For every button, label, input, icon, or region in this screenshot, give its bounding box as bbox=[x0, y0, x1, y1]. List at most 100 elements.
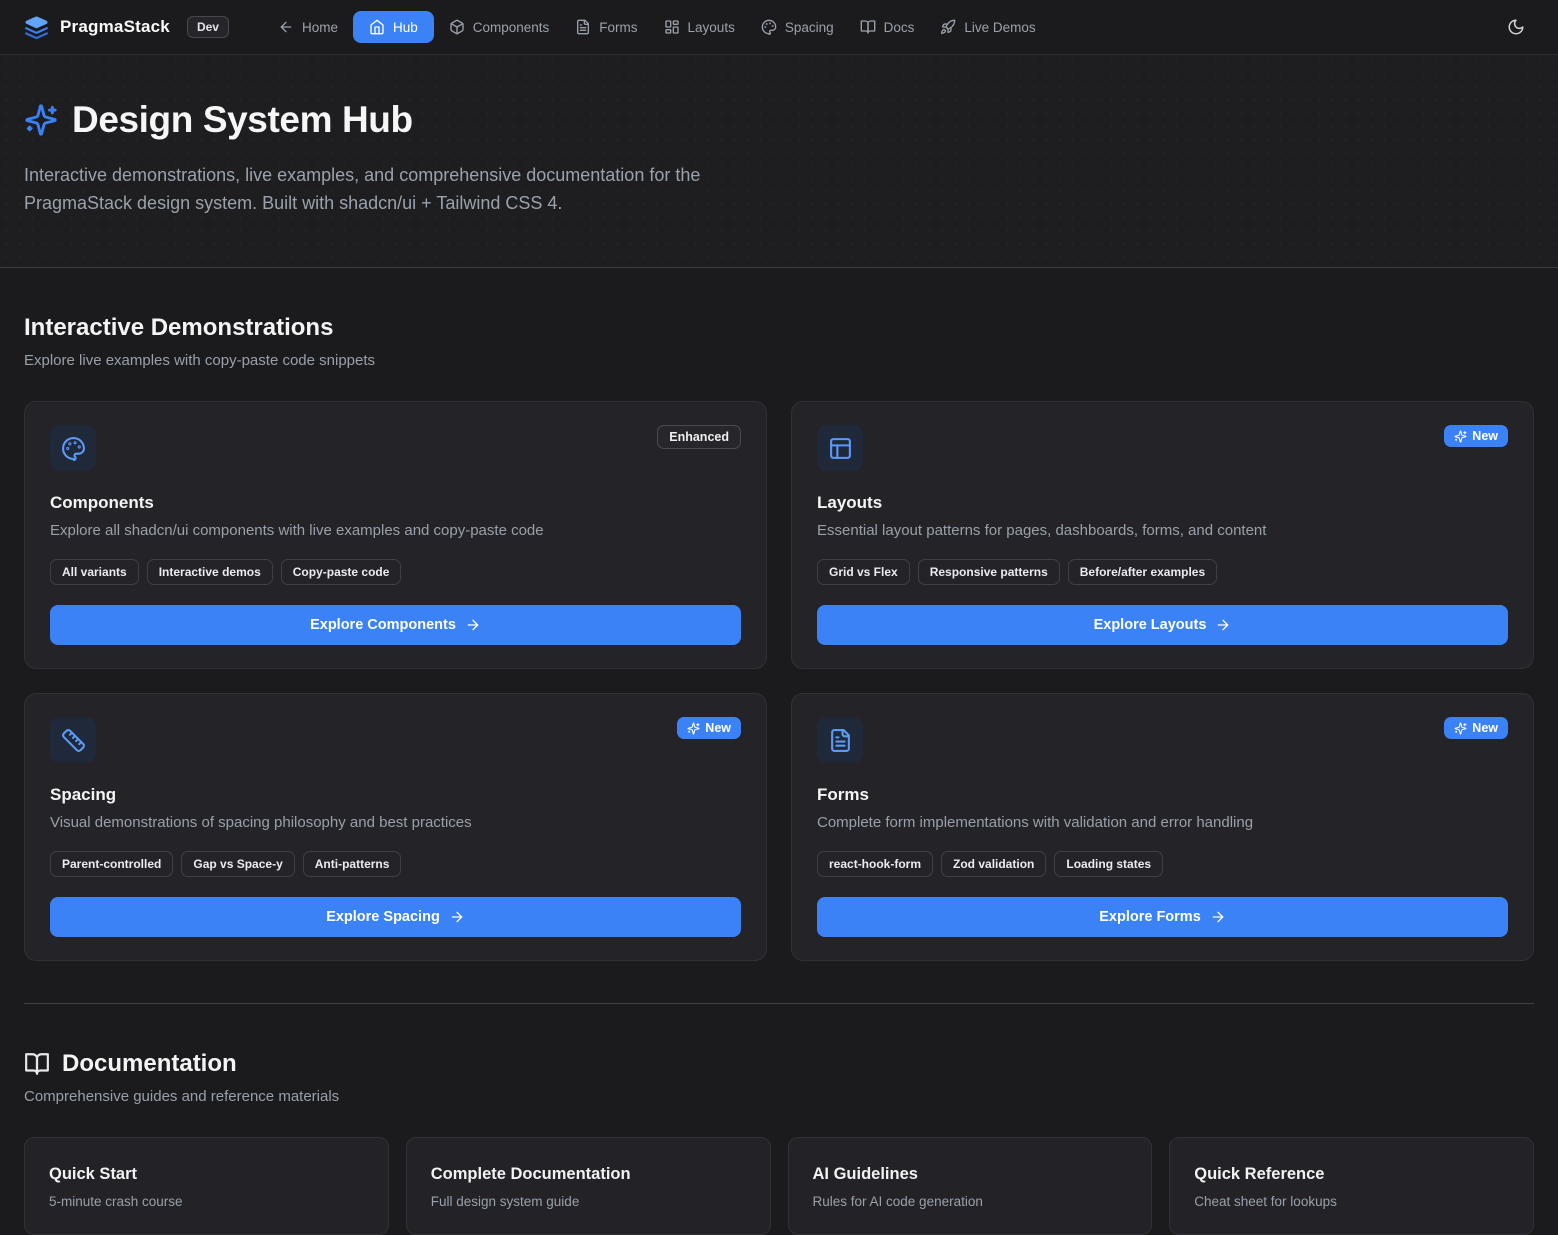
hero-section: Design System Hub Interactive demonstrat… bbox=[0, 55, 1558, 268]
package-icon bbox=[449, 19, 465, 35]
sparkles-icon bbox=[1454, 722, 1467, 735]
demo-card-spacing: New Spacing Visual demonstrations of spa… bbox=[24, 693, 767, 961]
book-open-icon bbox=[24, 1051, 50, 1077]
nav-item-label: Home bbox=[302, 20, 338, 35]
demo-card-forms: New Forms Complete form implementations … bbox=[791, 693, 1534, 961]
brand-name: PragmaStack bbox=[60, 17, 170, 37]
demos-section-header: Interactive Demonstrations Explore live … bbox=[24, 314, 1534, 369]
demo-card-components: Enhanced Components Explore all shadcn/u… bbox=[24, 401, 767, 669]
tag-badge: Before/after examples bbox=[1068, 559, 1217, 585]
arrow-right-icon bbox=[1215, 617, 1231, 633]
tag-badge: Zod validation bbox=[941, 851, 1046, 877]
tag-badge: Responsive patterns bbox=[918, 559, 1060, 585]
doc-card-description: Cheat sheet for lookups bbox=[1194, 1194, 1509, 1209]
page-title: Design System Hub bbox=[72, 99, 413, 141]
tag-badge: Parent-controlled bbox=[50, 851, 173, 877]
docs-section-header: Documentation Comprehensive guides and r… bbox=[24, 1050, 1534, 1105]
tag-badge: Loading states bbox=[1054, 851, 1163, 877]
explore-spacing-button[interactable]: Explore Spacing bbox=[50, 897, 741, 937]
nav-menu: Home Hub Components Forms Layouts Spacin… bbox=[267, 11, 1047, 43]
card-description: Explore all shadcn/ui components with li… bbox=[50, 522, 741, 539]
tag-badge: Anti-patterns bbox=[303, 851, 402, 877]
nav-item-forms[interactable]: Forms bbox=[564, 11, 648, 43]
palette-icon bbox=[50, 425, 96, 471]
tag-badge: Grid vs Flex bbox=[817, 559, 910, 585]
nav-item-label: Components bbox=[473, 20, 550, 35]
tag-row: react-hook-form Zod validation Loading s… bbox=[817, 851, 1508, 877]
demos-subheading: Explore live examples with copy-paste co… bbox=[24, 352, 1534, 369]
arrow-left-icon bbox=[278, 19, 294, 35]
card-title: Forms bbox=[817, 785, 1508, 805]
doc-card-title: Complete Documentation bbox=[431, 1165, 746, 1184]
demo-cards-grid: Enhanced Components Explore all shadcn/u… bbox=[24, 401, 1534, 961]
sparkles-icon bbox=[687, 722, 700, 735]
nav-item-label: Spacing bbox=[785, 20, 834, 35]
doc-card-quick-start[interactable]: Quick Start 5-minute crash course bbox=[24, 1137, 389, 1235]
nav-item-label: Docs bbox=[884, 20, 915, 35]
tag-badge: react-hook-form bbox=[817, 851, 933, 877]
doc-card-description: 5-minute crash course bbox=[49, 1194, 364, 1209]
card-description: Complete form implementations with valid… bbox=[817, 814, 1508, 831]
nav-item-layouts[interactable]: Layouts bbox=[653, 11, 746, 43]
explore-layouts-button[interactable]: Explore Layouts bbox=[817, 605, 1508, 645]
panels-top-left-icon bbox=[817, 425, 863, 471]
new-badge: New bbox=[677, 717, 741, 739]
demos-heading: Interactive Demonstrations bbox=[24, 314, 1534, 342]
arrow-right-icon bbox=[1210, 909, 1226, 925]
env-badge: Dev bbox=[187, 16, 229, 38]
doc-card-title: Quick Reference bbox=[1194, 1165, 1509, 1184]
nav-item-label: Live Demos bbox=[964, 20, 1035, 35]
doc-card-quick-reference[interactable]: Quick Reference Cheat sheet for lookups bbox=[1169, 1137, 1534, 1235]
nav-item-components[interactable]: Components bbox=[438, 11, 561, 43]
layers-logo-icon bbox=[24, 15, 49, 40]
badge-label: New bbox=[705, 721, 731, 735]
nav-item-home[interactable]: Home bbox=[267, 11, 349, 43]
docs-heading-label: Documentation bbox=[62, 1050, 237, 1078]
demo-card-layouts: New Layouts Essential layout patterns fo… bbox=[791, 401, 1534, 669]
home-icon bbox=[369, 19, 385, 35]
brand[interactable]: PragmaStack Dev bbox=[24, 15, 229, 40]
doc-card-title: AI Guidelines bbox=[813, 1165, 1128, 1184]
moon-icon bbox=[1507, 18, 1525, 36]
tag-row: All variants Interactive demos Copy-past… bbox=[50, 559, 741, 585]
arrow-right-icon bbox=[449, 909, 465, 925]
tag-badge: Interactive demos bbox=[147, 559, 273, 585]
tag-row: Grid vs Flex Responsive patterns Before/… bbox=[817, 559, 1508, 585]
section-divider bbox=[24, 1003, 1534, 1004]
doc-card-complete-documentation[interactable]: Complete Documentation Full design syste… bbox=[406, 1137, 771, 1235]
explore-components-button[interactable]: Explore Components bbox=[50, 605, 741, 645]
file-text-icon bbox=[575, 19, 591, 35]
button-label: Explore Components bbox=[310, 617, 456, 633]
doc-card-title: Quick Start bbox=[49, 1165, 364, 1184]
doc-card-ai-guidelines[interactable]: AI Guidelines Rules for AI code generati… bbox=[788, 1137, 1153, 1235]
docs-subheading: Comprehensive guides and reference mater… bbox=[24, 1088, 1534, 1105]
nav-item-label: Layouts bbox=[688, 20, 735, 35]
layout-dashboard-icon bbox=[664, 19, 680, 35]
doc-card-description: Full design system guide bbox=[431, 1194, 746, 1209]
tag-badge: All variants bbox=[50, 559, 139, 585]
nav-item-label: Forms bbox=[599, 20, 637, 35]
status-badge: Enhanced bbox=[657, 425, 741, 449]
button-label: Explore Spacing bbox=[326, 909, 440, 925]
rocket-icon bbox=[940, 19, 956, 35]
new-badge: New bbox=[1444, 717, 1508, 739]
tag-badge: Copy-paste code bbox=[281, 559, 402, 585]
card-title: Components bbox=[50, 493, 741, 513]
book-open-icon bbox=[860, 19, 876, 35]
tag-badge: Gap vs Space-y bbox=[181, 851, 294, 877]
new-badge: New bbox=[1444, 425, 1508, 447]
doc-cards-grid: Quick Start 5-minute crash course Comple… bbox=[24, 1137, 1534, 1235]
nav-item-label: Hub bbox=[393, 20, 418, 35]
button-label: Explore Layouts bbox=[1094, 617, 1207, 633]
nav-item-docs[interactable]: Docs bbox=[849, 11, 926, 43]
nav-item-hub[interactable]: Hub bbox=[353, 11, 434, 43]
docs-heading: Documentation bbox=[24, 1050, 1534, 1078]
nav-item-spacing[interactable]: Spacing bbox=[750, 11, 845, 43]
top-navbar: PragmaStack Dev Home Hub Components Form… bbox=[0, 0, 1558, 55]
explore-forms-button[interactable]: Explore Forms bbox=[817, 897, 1508, 937]
tag-row: Parent-controlled Gap vs Space-y Anti-pa… bbox=[50, 851, 741, 877]
badge-label: New bbox=[1472, 721, 1498, 735]
card-description: Essential layout patterns for pages, das… bbox=[817, 522, 1508, 539]
nav-item-live-demos[interactable]: Live Demos bbox=[929, 11, 1046, 43]
theme-toggle-button[interactable] bbox=[1498, 9, 1534, 45]
